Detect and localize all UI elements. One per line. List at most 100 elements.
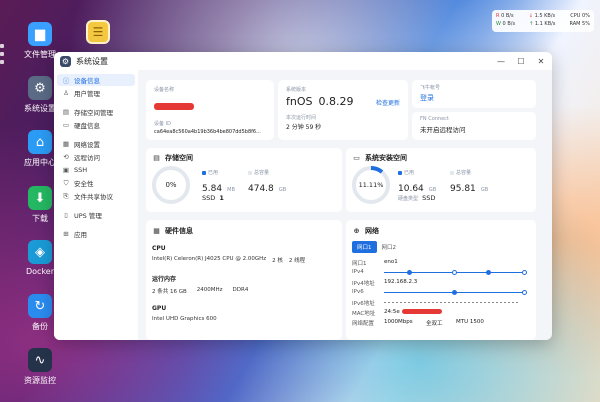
download-icon: ⬇ xyxy=(28,186,52,210)
storage-total: 474.8 xyxy=(248,184,274,194)
close-button[interactable]: ✕ xyxy=(536,57,546,66)
account-label: 飞牛帐号 xyxy=(420,85,441,91)
sidebar-item-storage[interactable]: ▤ 存储空间管理 xyxy=(57,106,135,118)
link-speed: 1000Mbps xyxy=(384,319,413,325)
storage-type: SSD xyxy=(202,194,216,202)
ram-label: 运行内存 xyxy=(152,276,177,283)
desktop-icon-label: 应用中心 xyxy=(24,158,56,167)
login-link[interactable]: 登录 xyxy=(420,93,528,103)
notes-icon[interactable]: ☰ xyxy=(86,20,110,44)
os-version: 0.8.29 xyxy=(318,95,354,108)
docker-icon: ◈ xyxy=(28,240,52,264)
ram-type: DDR4 xyxy=(232,287,249,293)
mtu-value: MTU 1500 xyxy=(456,319,484,325)
account-card: 飞牛帐号 登录 xyxy=(412,80,536,108)
sidebar-item-label: 远程访问 xyxy=(74,154,100,162)
ipv6-address-placeholder xyxy=(384,302,520,303)
window-title: 系统设置 xyxy=(76,56,108,66)
tab-port2[interactable]: 网口2 xyxy=(377,241,402,253)
uptime-value: 2 分钟 59 秒 xyxy=(286,124,322,131)
sidebar-item-ssh[interactable]: ▣ SSH xyxy=(57,164,135,176)
sidebar-item-device-info[interactable]: ⓘ 设备信息 xyxy=(57,74,135,86)
disk-type-label: 硬盘类型 xyxy=(398,196,419,202)
net-down-icon: ↓ xyxy=(528,13,533,19)
sidebar-item-share[interactable]: ⎘ 文件共享协议 xyxy=(57,190,135,202)
sidebar-item-label: 存储空间管理 xyxy=(74,109,113,117)
desktop-icon-label: 备份 xyxy=(32,322,48,331)
system-disk-used-unit: GB xyxy=(428,187,437,193)
cpu-label: CPU xyxy=(570,13,581,19)
disk-write-unit: B/s xyxy=(507,21,516,27)
sidebar-item-label: UPS 管理 xyxy=(74,212,102,220)
speed-label: 网络配置 xyxy=(352,321,375,327)
ram-size: 2 条共 16 GB xyxy=(152,289,187,295)
desktop-icon-label: Docker xyxy=(25,267,54,276)
disk-read-unit: B/s xyxy=(505,13,514,19)
hardware-title: 硬件信息 xyxy=(165,227,193,235)
settings-window: ⚙ 系统设置 — ☐ ✕ ⓘ 设备信息 ♙ 用户管理 ▤ 存储空间管理 ▭ 硬盘信息 ▦… xyxy=(54,52,552,340)
ipv4-address-label: IPv4地址 xyxy=(352,281,375,287)
sidebar-item-label: 应用 xyxy=(74,231,87,239)
topology-node-icon xyxy=(486,270,492,275)
port-value: eno1 xyxy=(384,259,398,265)
fn-connect-status: 未开启远程访问 xyxy=(420,126,466,134)
disk-read: 0 xyxy=(501,13,505,19)
cpu-label: CPU xyxy=(152,245,166,252)
sidebar-item-users[interactable]: ♙ 用户管理 xyxy=(57,87,135,99)
storage-used-unit: MB xyxy=(227,187,235,193)
desktop-icon-monitor[interactable]: ∿ 资源监控 xyxy=(0,348,80,386)
device-id-label: 设备 ID xyxy=(154,121,171,127)
shield-icon: ⛉ xyxy=(63,178,69,187)
network-card: ⊕ 网络 网口1 网口2 网口1 eno1 IPv4 IPv4地址 192.16… xyxy=(346,220,536,340)
net-up: 1.1 KB/s xyxy=(534,21,556,27)
ssh-icon: ▣ xyxy=(62,166,70,174)
uptime-label: 本次运行时间 xyxy=(286,115,317,121)
sidebar-item-ups[interactable]: ▯ UPS 管理 xyxy=(57,209,135,221)
device-name-label: 设备名称 xyxy=(154,87,175,93)
ipv4-label: IPv4 xyxy=(352,269,364,275)
system-disk-percent: 11.11% xyxy=(358,181,384,189)
sidebar: ⓘ 设备信息 ♙ 用户管理 ▤ 存储空间管理 ▭ 硬盘信息 ▦ 网络设置 ⟲ 远程访问 ▣ S… xyxy=(54,70,138,340)
storage-icon: ▤ xyxy=(153,154,160,162)
sidebar-item-apps[interactable]: ⊞ 应用 xyxy=(57,228,135,240)
ram-speed: 2400MHz xyxy=(196,287,223,293)
sidebar-item-network[interactable]: ▦ 网络设置 xyxy=(57,138,135,150)
desktop-icon-label: 文件管理 xyxy=(24,50,56,59)
used-legend-icon xyxy=(202,170,206,175)
ups-icon: ▯ xyxy=(64,211,68,219)
system-disk-title: 系统安装空间 xyxy=(365,154,407,162)
sidebar-item-disks[interactable]: ▭ 硬盘信息 xyxy=(57,119,135,131)
app-icon: ⊞ xyxy=(63,230,69,238)
system-disk-total-unit: GB xyxy=(480,187,489,193)
sidebar-item-security[interactable]: ⛉ 安全性 xyxy=(57,177,135,189)
system-version-label: 系统版本 xyxy=(286,87,307,93)
maximize-button[interactable]: ☐ xyxy=(516,57,526,66)
storage-card[interactable]: ▤ 存储空间 0% 已用 5.84 MB 总容量 474.8 GB SSD 1 xyxy=(146,148,342,212)
used-legend-icon xyxy=(398,170,402,175)
tab-port1[interactable]: 网口1 xyxy=(352,241,377,253)
desktop-icon-label: 资源监控 xyxy=(24,376,56,385)
sidebar-item-remote[interactable]: ⟲ 远程访问 xyxy=(57,151,135,163)
ipv4-topology xyxy=(384,270,527,275)
mac-label: MAC地址 xyxy=(352,311,376,317)
share-icon: ⎘ xyxy=(63,191,69,200)
check-update-link[interactable]: 检查更新 xyxy=(376,98,400,107)
storage-used: 5.84 xyxy=(202,184,223,194)
folder-icon: ▆ xyxy=(28,22,52,46)
total-legend-icon xyxy=(450,170,454,175)
ram-label: RAM xyxy=(569,21,581,27)
system-monitor-widget[interactable]: R 0 B/s ↓ 1.5 KB/s CPU 0% W 0 B/s ↑ 1.1 … xyxy=(492,10,594,32)
window-titlebar[interactable]: ⚙ 系统设置 — ☐ ✕ xyxy=(54,52,552,70)
ram-value: 5% xyxy=(582,21,590,27)
disk-type: SSD xyxy=(422,194,436,202)
minimize-button[interactable]: — xyxy=(496,57,506,66)
chip-icon: ▦ xyxy=(153,227,160,235)
main-panel: 设备名称 设备 ID ca64ea8c560a4b19b36b4be807dd5… xyxy=(138,70,552,340)
device-id-value: ca64ea8c560a4b19b36b4be807dd5b8f6... xyxy=(154,129,261,135)
cpu-model: Intel(R) Celeron(R) J4025 CPU @ 2.00GHz xyxy=(152,256,267,262)
backup-icon: ↻ xyxy=(28,294,52,318)
system-disk-card[interactable]: ▭ 系统安装空间 11.11% 已用 10.64 GB 总容量 95.81 GB … xyxy=(346,148,536,212)
total-legend-icon xyxy=(248,170,252,175)
device-name-redacted xyxy=(154,103,194,110)
net-down: 1.5 KB/s xyxy=(534,13,556,19)
